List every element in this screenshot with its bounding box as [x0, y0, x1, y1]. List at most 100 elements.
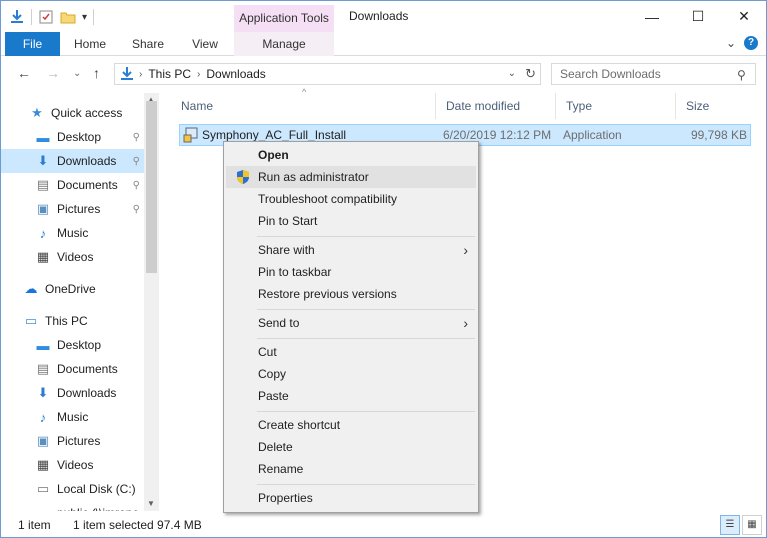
- application-icon: [183, 127, 198, 143]
- address-bar[interactable]: › This PC › Downloads ⌄ ↻: [114, 63, 541, 85]
- sidebar-item-label: Desktop: [57, 130, 102, 144]
- breadcrumb-separator-icon[interactable]: ›: [197, 69, 200, 80]
- tab-share[interactable]: Share: [125, 32, 171, 56]
- sidebar-item-downloads[interactable]: ⬇ Downloads ⚲: [1, 149, 144, 173]
- pictures-icon: ▣: [36, 433, 50, 448]
- address-dropdown-icon[interactable]: ⌄: [508, 68, 516, 79]
- context-menu: Open Run as administrator Troubleshoot c…: [223, 141, 479, 513]
- selection-info: 1 item selected 97.4 MB: [73, 518, 202, 532]
- sidebar-item-videos[interactable]: ▦ Videos: [1, 245, 144, 269]
- menu-item-share-with[interactable]: Share with ›: [226, 239, 476, 261]
- sidebar-item-label: Downloads: [57, 386, 117, 400]
- sidebar-item-onedrive[interactable]: ☁ OneDrive: [1, 277, 144, 301]
- sidebar-item-local-disk-c[interactable]: ▭ Local Disk (C:): [1, 477, 144, 501]
- menu-separator: [257, 236, 475, 237]
- column-header-type[interactable]: Type: [556, 93, 676, 119]
- application-tools-header: Application Tools: [234, 5, 334, 32]
- sidebar-item-public-imrone[interactable]: ▭ public (\\imrone: [1, 501, 144, 511]
- menu-item-paste[interactable]: Paste: [226, 385, 476, 407]
- sidebar-item-this-pc[interactable]: ▭ This PC: [1, 309, 144, 333]
- menu-separator: [257, 309, 475, 310]
- search-input[interactable]: Search Downloads: [551, 63, 756, 85]
- menu-item-run-as-administrator[interactable]: Run as administrator: [226, 166, 476, 188]
- nav-scrollbar[interactable]: ▲ ▼: [144, 93, 159, 511]
- new-folder-icon[interactable]: [60, 9, 76, 25]
- up-arrow-icon[interactable]: ↑: [93, 65, 100, 81]
- sidebar-item-documents[interactable]: ▤ Documents: [1, 357, 144, 381]
- menu-item-copy[interactable]: Copy: [226, 363, 476, 385]
- large-icons-view-icon[interactable]: ▦: [742, 515, 762, 535]
- menu-separator: [257, 484, 475, 485]
- tab-file[interactable]: File: [5, 32, 60, 56]
- submenu-arrow-icon: ›: [463, 315, 468, 331]
- sidebar-item-label: Desktop: [57, 338, 102, 352]
- sidebar-item-pictures[interactable]: ▣ Pictures: [1, 429, 144, 453]
- sidebar-item-downloads[interactable]: ⬇ Downloads: [1, 381, 144, 405]
- menu-item-troubleshoot[interactable]: Troubleshoot compatibility: [226, 188, 476, 210]
- window-title: Downloads: [349, 9, 409, 23]
- breadcrumb-downloads[interactable]: Downloads: [206, 67, 265, 81]
- maximize-button[interactable]: ☐: [675, 1, 721, 32]
- refresh-icon[interactable]: ↻: [525, 66, 536, 82]
- help-icon[interactable]: ?: [744, 36, 758, 50]
- close-button[interactable]: ✕: [721, 1, 767, 32]
- uac-shield-icon: [237, 170, 249, 184]
- sidebar-item-videos[interactable]: ▦ Videos: [1, 453, 144, 477]
- menu-item-send-to[interactable]: Send to ›: [226, 312, 476, 334]
- navigation-pane: ▭ public (\\imrone ▭ Local Disk (C:) ▦ Videos…: [1, 93, 159, 511]
- menu-item-open[interactable]: Open: [226, 144, 476, 166]
- menu-item-rename[interactable]: Rename: [226, 458, 476, 480]
- sidebar-item-music[interactable]: ♪ Music: [1, 405, 144, 429]
- sidebar-item-pictures[interactable]: ▣ Pictures ⚲: [1, 197, 144, 221]
- breadcrumb-this-pc[interactable]: This PC: [148, 67, 191, 81]
- download-icon: ⬇: [37, 385, 49, 400]
- scrollbar-thumb[interactable]: [146, 101, 157, 273]
- customize-toolbar-icon[interactable]: ▾: [82, 12, 87, 23]
- item-count: 1 item: [18, 518, 51, 532]
- menu-item-create-shortcut[interactable]: Create shortcut: [226, 414, 476, 436]
- sidebar-item-desktop[interactable]: ▬ Desktop ⚲: [1, 125, 144, 149]
- menu-separator: [257, 338, 475, 339]
- tab-view[interactable]: View: [182, 32, 228, 56]
- sidebar-item-documents[interactable]: ▤ Documents ⚲: [1, 173, 144, 197]
- column-header-size[interactable]: Size: [676, 93, 756, 119]
- column-header-date[interactable]: Date modified: [436, 93, 556, 119]
- recent-locations-icon[interactable]: ⌄: [73, 68, 81, 79]
- toolbar-divider: [31, 9, 32, 25]
- sidebar-item-label: Documents: [57, 178, 118, 192]
- download-folder-icon[interactable]: [9, 9, 25, 25]
- menu-item-label: Run as administrator: [258, 170, 369, 184]
- network-drive-icon: ▭: [35, 505, 51, 511]
- menu-item-cut[interactable]: Cut: [226, 341, 476, 363]
- download-icon: ⬇: [37, 153, 49, 168]
- tab-manage[interactable]: Manage: [234, 32, 334, 56]
- pin-icon: ⚲: [132, 155, 140, 167]
- menu-item-pin-to-taskbar[interactable]: Pin to taskbar: [226, 261, 476, 283]
- sidebar-item-label: This PC: [45, 314, 88, 328]
- expand-ribbon-icon[interactable]: ⌄: [726, 36, 736, 50]
- menu-item-restore-previous-versions[interactable]: Restore previous versions: [226, 283, 476, 305]
- minimize-button[interactable]: —: [629, 1, 675, 32]
- file-date: 6/20/2019 12:12 PM: [443, 128, 552, 142]
- search-icon[interactable]: ⚲: [737, 68, 758, 82]
- menu-item-delete[interactable]: Delete: [226, 436, 476, 458]
- forward-arrow-icon[interactable]: →: [46, 65, 60, 81]
- breadcrumb-separator-icon[interactable]: ›: [139, 69, 142, 80]
- sidebar-item-music[interactable]: ♪ Music: [1, 221, 144, 245]
- scroll-down-icon[interactable]: ▼: [147, 499, 155, 508]
- this-pc-icon: ▭: [24, 313, 38, 328]
- file-type: Application: [563, 128, 622, 142]
- column-header-name[interactable]: Name: [171, 93, 436, 119]
- documents-icon: ▤: [36, 177, 50, 192]
- menu-item-properties[interactable]: Properties: [226, 487, 476, 509]
- sidebar-item-desktop[interactable]: ▬ Desktop: [1, 333, 144, 357]
- menu-item-pin-to-start[interactable]: Pin to Start: [226, 210, 476, 232]
- back-arrow-icon[interactable]: ←: [17, 65, 31, 81]
- pin-icon: ⚲: [132, 203, 140, 215]
- menu-separator: [257, 411, 475, 412]
- properties-icon[interactable]: [38, 9, 54, 25]
- details-view-icon[interactable]: ☰: [720, 515, 740, 535]
- tab-home[interactable]: Home: [67, 32, 113, 56]
- menu-item-label: Send to: [258, 316, 300, 330]
- sidebar-item-quick-access[interactable]: ★ Quick access: [1, 101, 144, 125]
